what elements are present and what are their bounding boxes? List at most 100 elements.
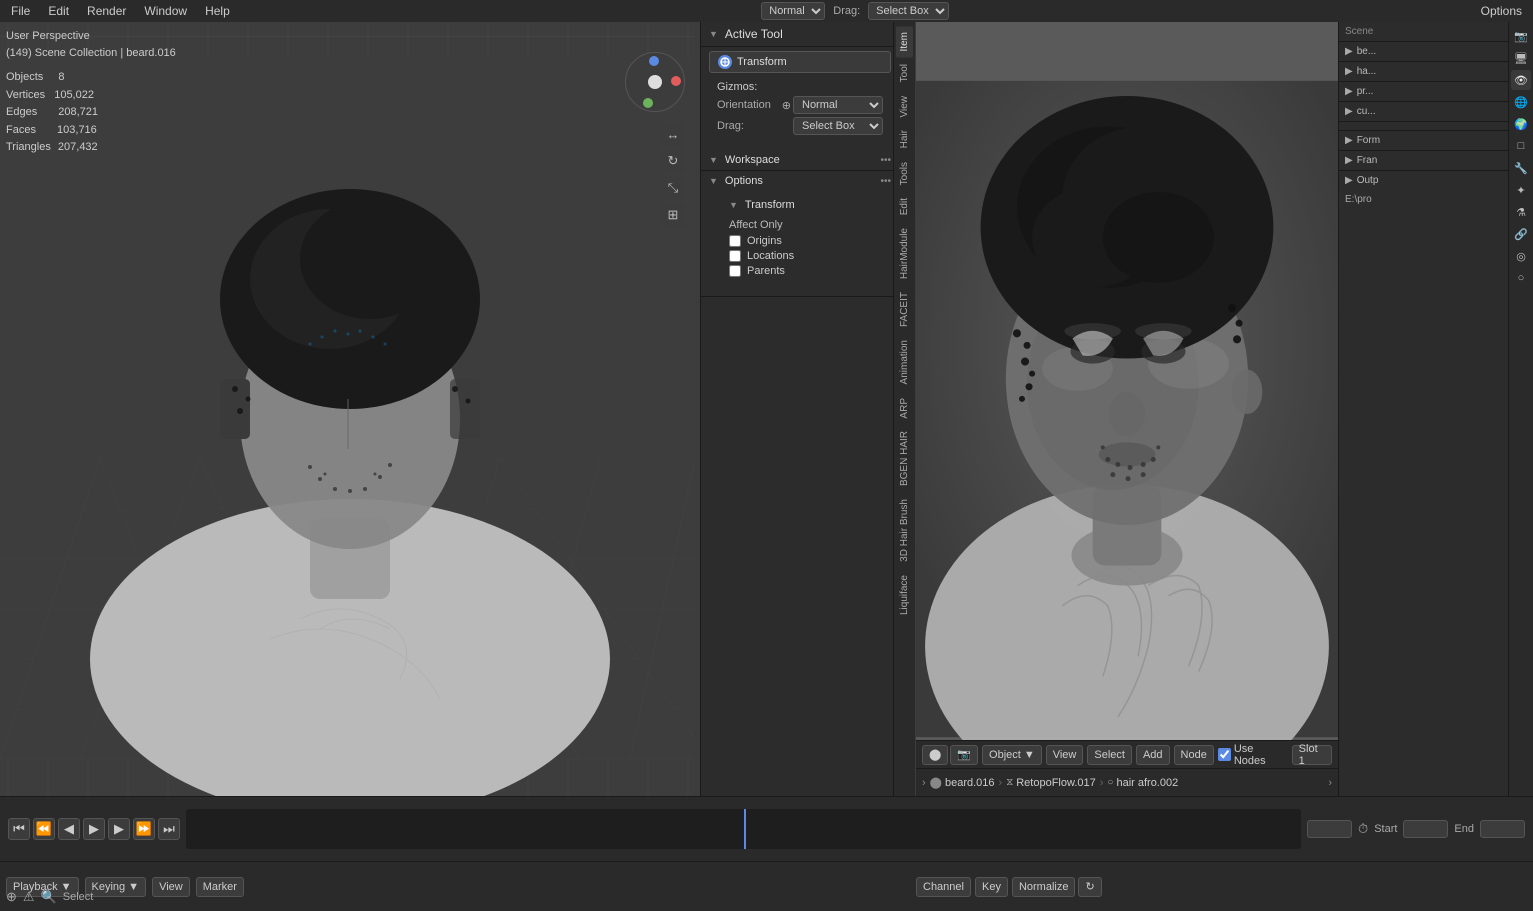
form-header[interactable]: ▶ Form xyxy=(1339,131,1533,150)
prev-keyframe-btn[interactable]: ◀ xyxy=(58,818,80,840)
keying-btn[interactable]: Keying ▼ xyxy=(85,877,147,897)
grid-tool-icon[interactable]: ⊞ xyxy=(661,203,685,227)
menu-help[interactable]: Help xyxy=(200,2,235,20)
far-right-header3[interactable]: ▶ pr... xyxy=(1339,82,1533,101)
vtab-edit[interactable]: Edit xyxy=(896,192,913,221)
vtab-hair[interactable]: Hair xyxy=(896,124,913,154)
normalize-btn[interactable]: Normalize xyxy=(1012,877,1076,897)
workspace-menu[interactable]: ••• xyxy=(880,155,891,166)
channel-btn[interactable]: Channel xyxy=(916,877,971,897)
viewport-gizmo[interactable] xyxy=(625,52,685,112)
options-menu[interactable]: ••• xyxy=(880,176,891,187)
far-right-label4: cu... xyxy=(1357,106,1376,117)
prop-render-icon[interactable]: 📷 xyxy=(1511,26,1531,46)
bottom-icon3[interactable]: 🔍 xyxy=(41,889,57,905)
breadcrumb-item1[interactable]: ⬤ beard.016 xyxy=(930,776,995,789)
timeline-track[interactable] xyxy=(186,809,1301,849)
transform-sub-header[interactable]: ▼ Transform xyxy=(709,195,891,215)
prop-object-icon[interactable]: □ xyxy=(1511,136,1531,156)
menu-file[interactable]: File xyxy=(6,2,35,20)
prop-physics-icon[interactable]: ⚗ xyxy=(1511,202,1531,222)
active-tool-header[interactable]: ▼ Active Tool xyxy=(701,22,899,47)
far-right-header1[interactable]: ▶ be... xyxy=(1339,42,1533,61)
start-input[interactable]: 231 xyxy=(1403,820,1448,838)
vtab-animation[interactable]: Animation xyxy=(896,334,913,390)
render-sphere-btn[interactable]: ⬤ xyxy=(922,745,948,765)
frame-input[interactable]: 149 xyxy=(1307,820,1352,838)
view-btn-bottom[interactable]: View xyxy=(152,877,190,897)
mode-select[interactable]: Normal xyxy=(761,2,825,20)
end-input[interactable]: 280 xyxy=(1480,820,1525,838)
vtab-liquiface[interactable]: Liquiface xyxy=(896,569,913,621)
orientation-select[interactable]: Normal xyxy=(793,96,883,114)
options-btn[interactable]: Options xyxy=(1476,2,1527,20)
drag-select-panel[interactable]: Select Box xyxy=(793,117,883,135)
outp-label: Outp xyxy=(1357,175,1379,186)
far-right-header2[interactable]: ▶ ha... xyxy=(1339,62,1533,81)
bottom-icon1[interactable]: ⊕ xyxy=(6,889,17,905)
camera-btn[interactable]: 📷 xyxy=(950,745,978,765)
vtab-3dhairbrush[interactable]: 3D Hair Brush xyxy=(896,493,913,568)
prop-modifier-icon[interactable]: 🔧 xyxy=(1511,158,1531,178)
vtab-item[interactable]: Item xyxy=(896,26,913,57)
outp-header[interactable]: ▶ Outp xyxy=(1339,171,1533,190)
gizmo-center[interactable] xyxy=(648,75,662,89)
vtab-tool[interactable]: Tool xyxy=(896,58,913,88)
prop-view-icon[interactable]: 👁 xyxy=(1511,70,1531,90)
prop-material-icon[interactable]: ○ xyxy=(1511,268,1531,288)
workspace-header[interactable]: ▼ Workspace ••• xyxy=(701,150,899,170)
gizmo-y-axis[interactable] xyxy=(643,98,653,108)
vtab-tools[interactable]: Tools xyxy=(896,156,913,191)
prop-particle-icon[interactable]: ✦ xyxy=(1511,180,1531,200)
jump-end-btn[interactable]: ⏭ xyxy=(158,818,180,840)
outp-section: ▶ Outp E:\pro xyxy=(1339,170,1533,209)
locations-checkbox[interactable] xyxy=(729,250,741,262)
menu-edit[interactable]: Edit xyxy=(43,2,74,20)
origins-checkbox[interactable] xyxy=(729,235,741,247)
options-header[interactable]: ▼ Options ••• xyxy=(701,171,899,191)
vtab-faceit[interactable]: FACEIT xyxy=(896,286,913,333)
use-nodes-checkbox[interactable] xyxy=(1218,748,1231,761)
prop-world-icon[interactable]: 🌍 xyxy=(1511,114,1531,134)
drag-select[interactable]: Select Box xyxy=(868,2,949,20)
breadcrumb-item2[interactable]: ⧖ RetopoFlow.017 xyxy=(1006,777,1096,789)
key-btn[interactable]: Key xyxy=(975,877,1008,897)
vtab-arp[interactable]: ARP xyxy=(896,392,913,425)
next-keyframe-btn[interactable]: ▶ xyxy=(108,818,130,840)
prop-constraint-icon[interactable]: 🔗 xyxy=(1511,224,1531,244)
breadcrumb-item3[interactable]: ○ hair afro.002 xyxy=(1107,777,1178,789)
prop-data-icon[interactable]: ◎ xyxy=(1511,246,1531,266)
menu-window[interactable]: Window xyxy=(139,2,192,20)
object-btn[interactable]: Object ▼ xyxy=(982,745,1042,765)
menu-render[interactable]: Render xyxy=(82,2,131,20)
vtab-view[interactable]: View xyxy=(896,90,913,124)
prev-frame-btn[interactable]: ⏪ xyxy=(33,818,55,840)
rotate-tool-icon[interactable]: ↻ xyxy=(661,149,685,173)
parents-checkbox[interactable] xyxy=(729,265,741,277)
far-right-header4[interactable]: ▶ cu... xyxy=(1339,102,1533,121)
breadcrumb-arrow[interactable]: › xyxy=(922,777,926,789)
gizmo-x-axis[interactable] xyxy=(671,76,681,86)
slot-btn[interactable]: Slot 1 xyxy=(1292,745,1332,765)
marker-btn[interactable]: Marker xyxy=(196,877,244,897)
jump-start-btn[interactable]: ⏮ xyxy=(8,818,30,840)
bottom-icon2[interactable]: ⚠ xyxy=(23,889,35,905)
scale-tool-icon[interactable]: ⤡ xyxy=(661,176,685,200)
node-btn[interactable]: Node xyxy=(1174,745,1214,765)
prop-scene-icon[interactable]: 🌐 xyxy=(1511,92,1531,112)
fran-header[interactable]: ▶ Fran xyxy=(1339,151,1533,170)
outp-path: E:\pro xyxy=(1345,194,1372,205)
move-tool-icon[interactable]: ↔ xyxy=(661,122,685,146)
add-btn[interactable]: Add xyxy=(1136,745,1170,765)
gizmo-z-axis[interactable] xyxy=(649,56,659,66)
normalize-icon-btn[interactable]: ↻ xyxy=(1078,877,1101,897)
play-btn[interactable]: ▶ xyxy=(83,818,105,840)
vtab-bgenhair[interactable]: BGEN HAIR xyxy=(896,425,913,492)
prop-output-icon[interactable]: 🖥 xyxy=(1511,48,1531,68)
next-frame-btn[interactable]: ⏩ xyxy=(133,818,155,840)
view-btn[interactable]: View xyxy=(1046,745,1084,765)
breadcrumb-end-arrow[interactable]: › xyxy=(1328,777,1332,789)
select-btn[interactable]: Select xyxy=(1087,745,1132,765)
transform-btn[interactable]: Transform xyxy=(709,51,891,73)
vtab-hairmodule[interactable]: HairModule xyxy=(896,222,913,285)
